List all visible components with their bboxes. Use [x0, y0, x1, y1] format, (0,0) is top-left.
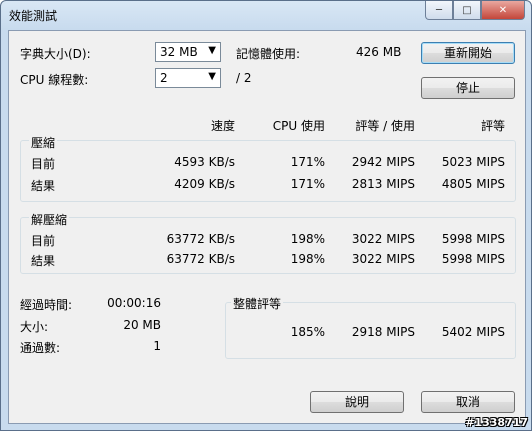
- cpu-threads-label: CPU 線程數:: [20, 73, 89, 87]
- window-controls: ─ □ ✕: [425, 1, 525, 20]
- close-icon: ✕: [498, 4, 508, 16]
- rating-usage-value: 3022 MIPS: [351, 252, 415, 266]
- cpu-usage-value: 171%: [290, 177, 325, 191]
- cancel-button[interactable]: 取消: [421, 391, 515, 413]
- cpu-usage-value: 198%: [290, 232, 325, 246]
- elapsed-time-value: 00:00:16: [107, 296, 161, 310]
- row-label: 目前: [31, 234, 56, 248]
- dictionary-size-value: 32 MB: [160, 45, 198, 59]
- dictionary-size-select[interactable]: 32 MB ▼: [155, 42, 221, 62]
- rating-value: 5998 MIPS: [441, 252, 505, 266]
- size-value: 20 MB: [123, 318, 161, 332]
- decompression-group-title: 解壓縮: [29, 211, 70, 228]
- column-header-cpu: CPU 使用: [272, 119, 325, 133]
- minimize-button[interactable]: ─: [425, 1, 453, 20]
- cpu-threads-value: 2: [160, 71, 168, 85]
- memory-usage-value: 426 MB: [356, 45, 402, 59]
- benchmark-window: 效能測試 ─ □ ✕ 字典大小(D): 32 MB ▼ 記憶體使用: 426 M…: [0, 0, 532, 431]
- passes-value: 1: [153, 339, 161, 353]
- cpu-usage-value: 198%: [290, 252, 325, 266]
- rating-value: 4805 MIPS: [441, 177, 505, 191]
- rating-usage-value: 2813 MIPS: [351, 177, 415, 191]
- window-title: 效能測試: [9, 9, 58, 23]
- rating-usage-value: 3022 MIPS: [351, 232, 415, 246]
- restart-button[interactable]: 重新開始: [421, 42, 515, 64]
- maximize-button[interactable]: □: [453, 1, 481, 20]
- speed-value: 63772 KB/s: [166, 252, 235, 266]
- passes-label: 通過數:: [20, 341, 61, 355]
- help-button[interactable]: 說明: [310, 391, 404, 413]
- row-label: 結果: [31, 179, 56, 193]
- row-label: 結果: [31, 254, 56, 268]
- compression-group: [20, 140, 516, 202]
- overall-rating-title: 整體評等: [231, 295, 284, 312]
- compression-group-title: 壓縮: [29, 134, 58, 151]
- column-header-rating-usage: 評等 / 使用: [355, 119, 415, 133]
- title-bar[interactable]: 效能測試 ─ □ ✕: [1, 1, 531, 29]
- rating-value: 5998 MIPS: [441, 232, 505, 246]
- column-header-speed: 速度: [210, 119, 235, 133]
- maximize-icon: □: [462, 4, 472, 16]
- rating-value: 5023 MIPS: [441, 155, 505, 169]
- minimize-icon: ─: [435, 4, 443, 16]
- overall-rating-value: 5402 MIPS: [441, 325, 505, 339]
- dictionary-size-label: 字典大小(D):: [20, 47, 91, 61]
- speed-value: 4209 KB/s: [174, 177, 235, 191]
- dialog-client-area: 字典大小(D): 32 MB ▼ 記憶體使用: 426 MB 重新開始 CPU …: [8, 30, 526, 424]
- cpu-usage-value: 171%: [290, 155, 325, 169]
- cpu-threads-total: / 2: [236, 71, 252, 85]
- stop-button[interactable]: 停止: [421, 77, 515, 99]
- size-label: 大小:: [20, 320, 49, 334]
- column-header-rating: 評等: [480, 119, 505, 133]
- memory-usage-label: 記憶體使用:: [236, 47, 301, 61]
- speed-value: 4593 KB/s: [174, 155, 235, 169]
- watermark-text: #1338717: [465, 416, 528, 429]
- elapsed-time-label: 經過時間:: [20, 298, 73, 312]
- chevron-down-icon: ▼: [208, 45, 216, 56]
- overall-cpu-usage-value: 185%: [290, 325, 325, 339]
- cpu-threads-select[interactable]: 2 ▼: [155, 68, 221, 88]
- overall-rating-usage-value: 2918 MIPS: [351, 325, 415, 339]
- rating-usage-value: 2942 MIPS: [351, 155, 415, 169]
- chevron-down-icon: ▼: [208, 71, 216, 82]
- close-button[interactable]: ✕: [481, 1, 525, 20]
- speed-value: 63772 KB/s: [166, 232, 235, 246]
- row-label: 目前: [31, 157, 56, 171]
